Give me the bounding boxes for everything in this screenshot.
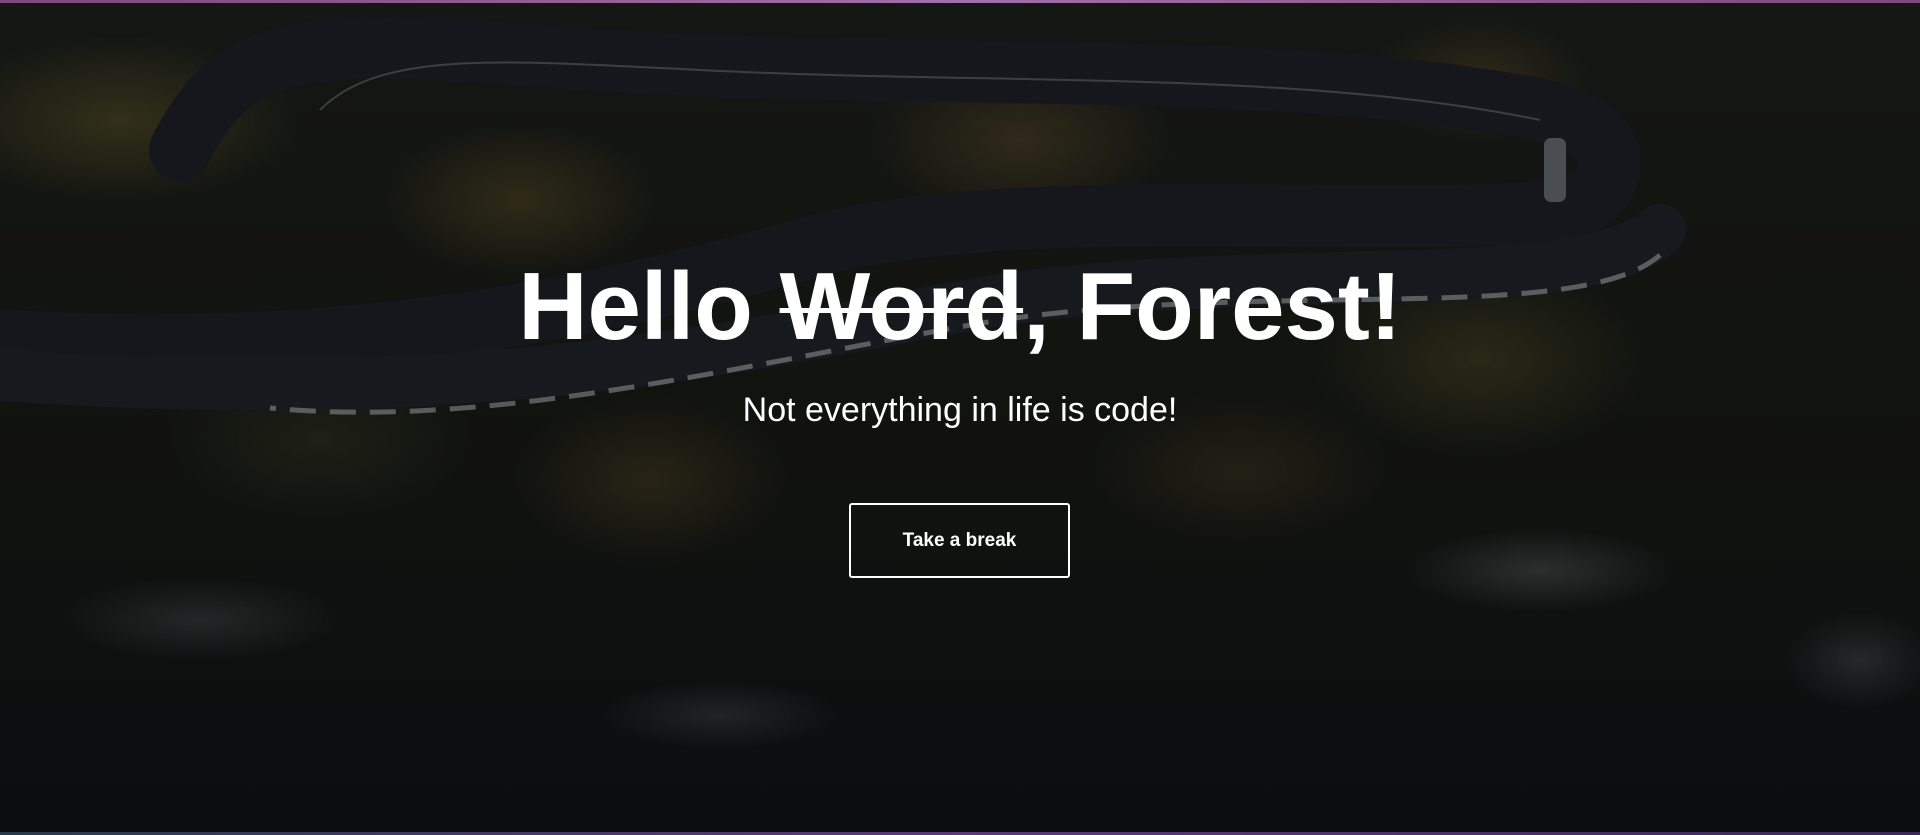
hero-subtitle: Not everything in life is code! (742, 391, 1178, 429)
hero-title: Hello Word, Forest! (0, 252, 1920, 362)
hero-content: Hello Word, Forest! Not everything in li… (0, 0, 1920, 835)
hero-section: Hello Word, Forest! Not everything in li… (0, 0, 1920, 835)
top-border (0, 0, 1920, 3)
title-suffix: , Forest! (1023, 253, 1402, 360)
take-a-break-button[interactable]: Take a break (849, 503, 1070, 578)
title-prefix: Hello (518, 253, 780, 360)
title-struck-word: Word (779, 253, 1024, 360)
